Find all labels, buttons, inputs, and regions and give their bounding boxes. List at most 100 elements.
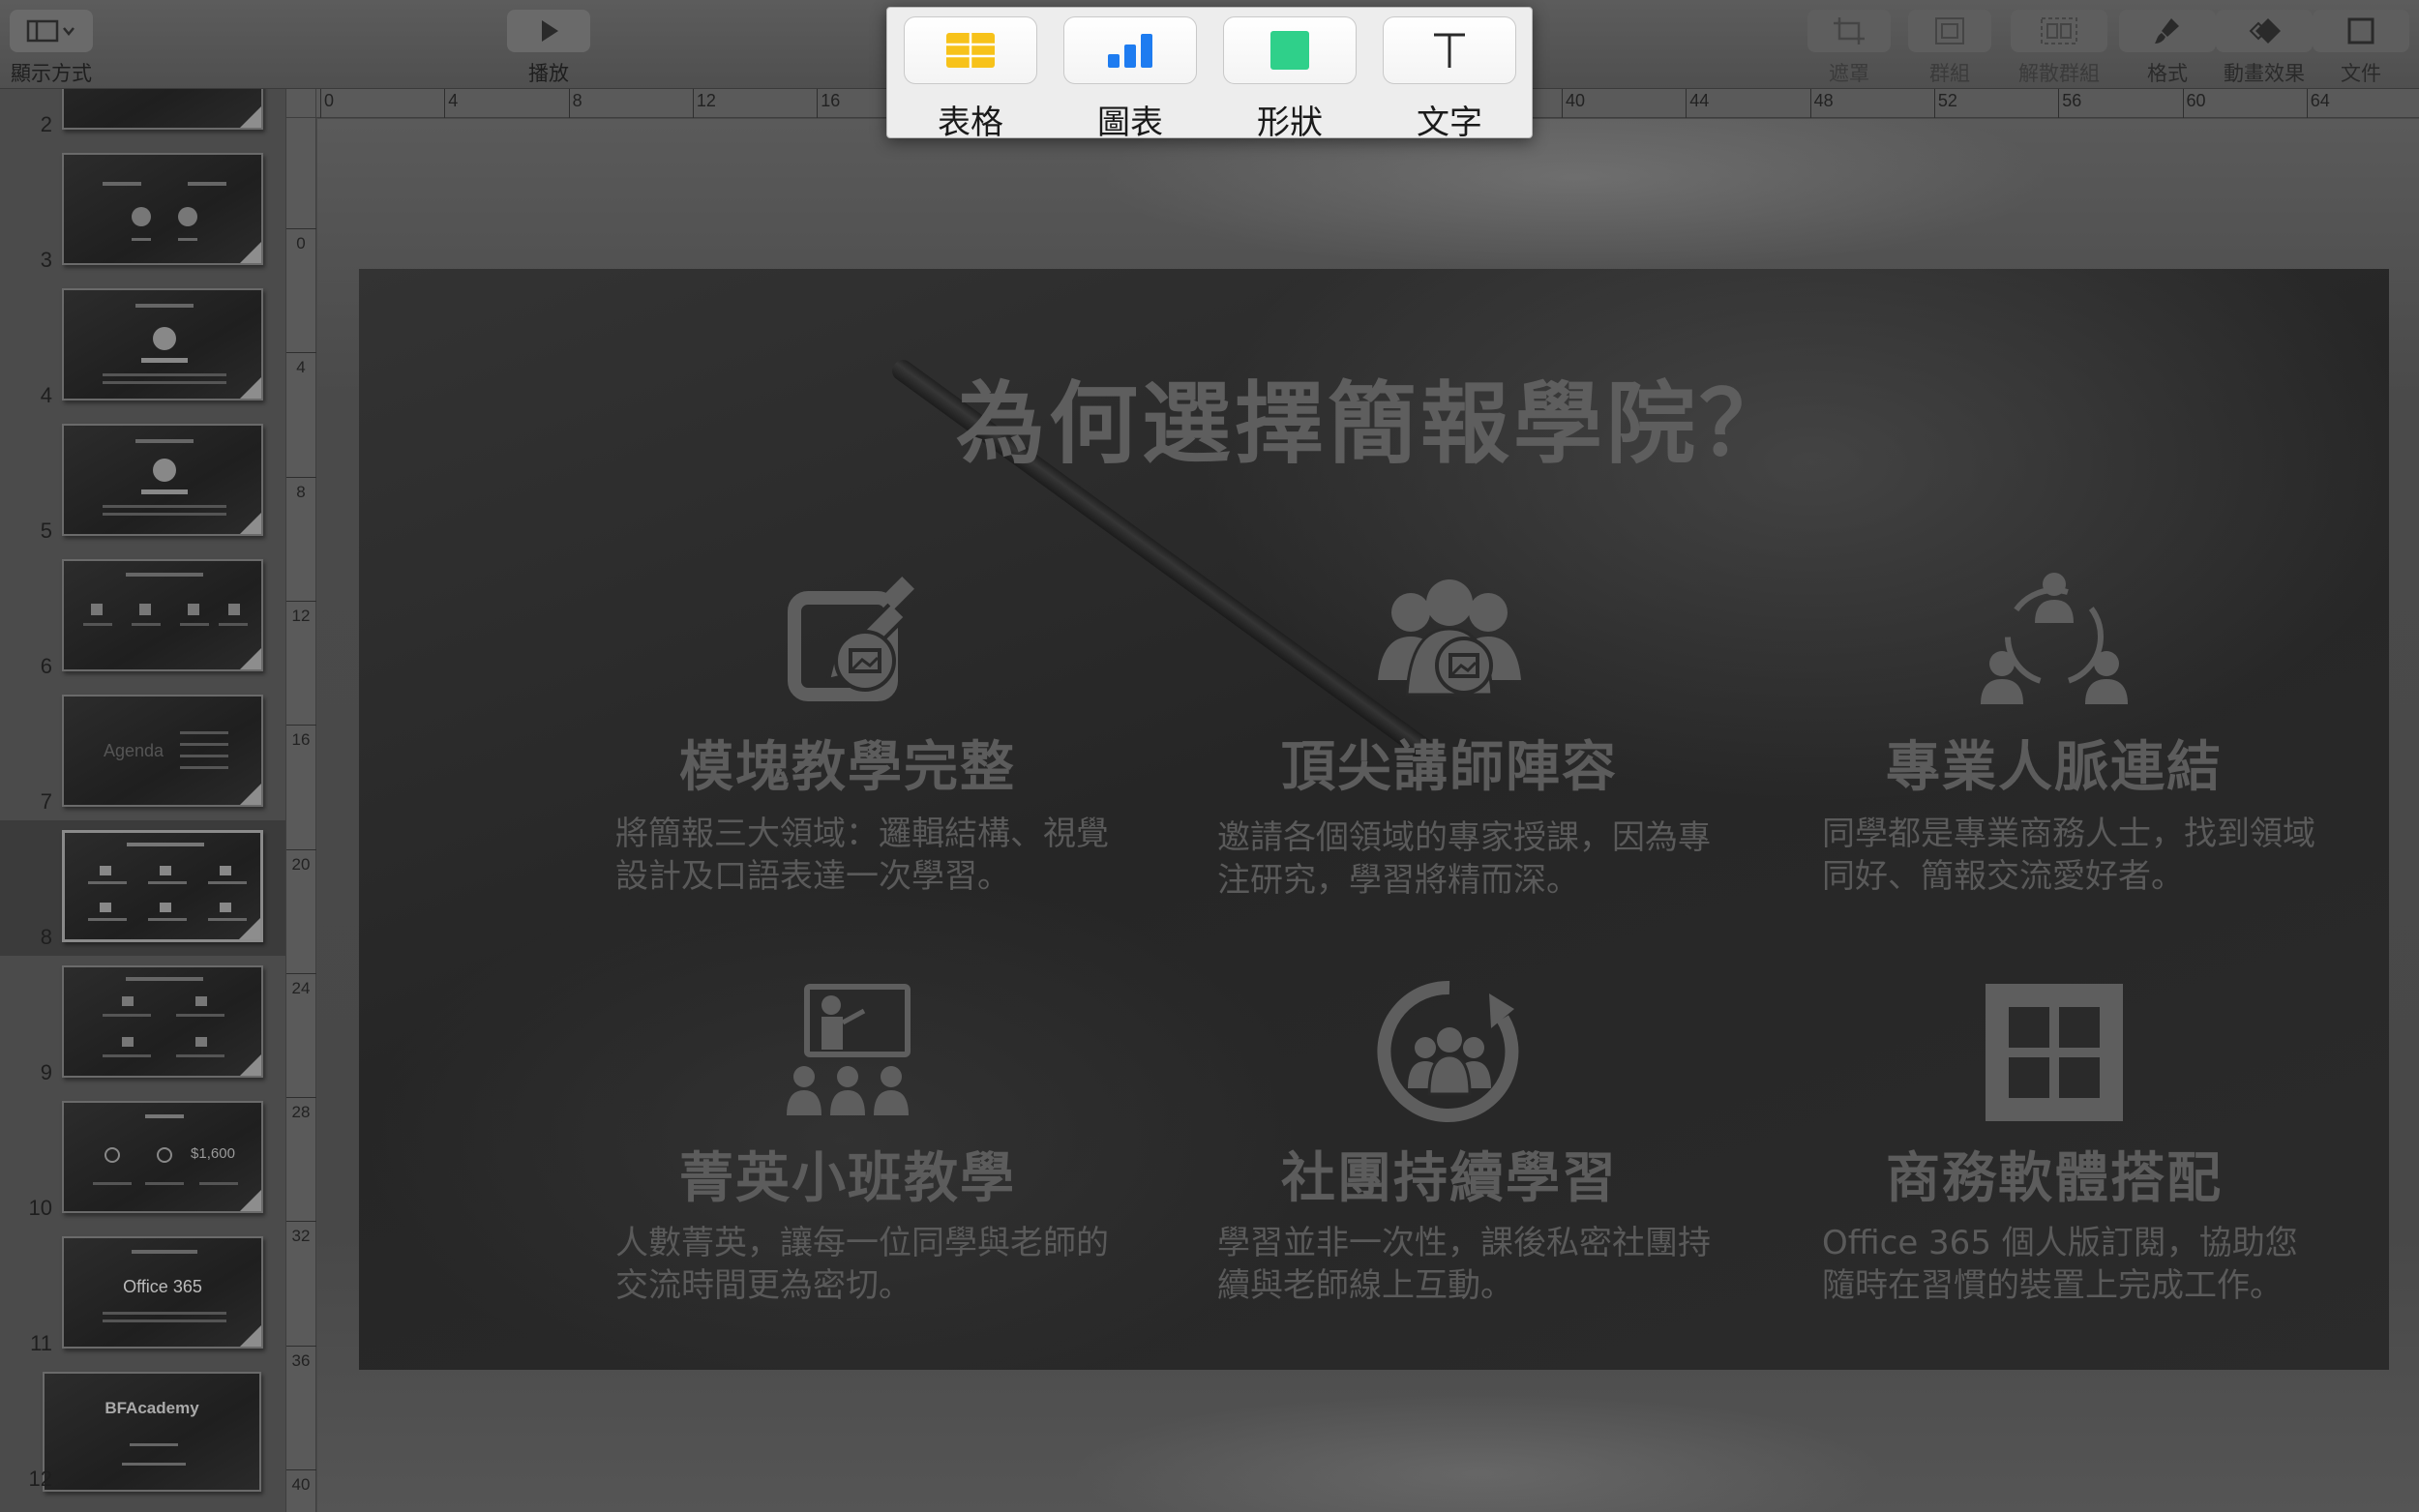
slide-row[interactable]: 4 xyxy=(0,279,285,414)
thumb-icons-graphic xyxy=(103,977,224,1057)
slide-thumbnail[interactable] xyxy=(62,559,263,671)
view-button[interactable] xyxy=(10,10,93,52)
paintbrush-icon xyxy=(2155,18,2179,44)
feature-description: 學習並非一次性，課後私密社團持續與老師線上互動。 xyxy=(1217,1224,1711,1305)
feature-title: 菁英小班教學 xyxy=(679,1147,1016,1210)
slide-row[interactable]: $1,600 10 xyxy=(0,1091,285,1227)
ruler-label: 48 xyxy=(1813,91,1834,110)
slide-thumbnail[interactable] xyxy=(62,89,263,130)
slide-row[interactable]: 3 xyxy=(0,143,285,279)
ruler-tick xyxy=(286,1469,316,1470)
thumb-corner xyxy=(240,377,261,399)
thumb-corner xyxy=(240,242,261,263)
slide-thumbnail[interactable]: Office 365 xyxy=(62,1236,263,1349)
slide-row[interactable]: BFAcademy 12 xyxy=(0,1362,285,1497)
format-button[interactable] xyxy=(2119,10,2216,52)
insert-chart-label: 圖表 xyxy=(1097,104,1163,142)
thumb-corner xyxy=(240,1190,261,1211)
ruler-tick xyxy=(817,89,819,118)
ruler-label: 0 xyxy=(296,234,306,252)
ruler-label: 40 xyxy=(1566,91,1586,110)
slide-number: 10 xyxy=(28,1196,52,1220)
insert-table-button[interactable] xyxy=(904,16,1037,84)
format-label: 格式 xyxy=(2147,63,2188,85)
slide-number: 11 xyxy=(30,1331,52,1355)
document-button[interactable] xyxy=(2313,10,2409,52)
edit-image-icon xyxy=(577,569,1119,714)
ruler-tick xyxy=(286,476,316,478)
ruler-tick xyxy=(444,89,446,118)
slide-thumbnail[interactable]: $1,600 xyxy=(62,1101,263,1213)
feature-description: 邀請各個領域的專家授課，因為專注研究，學習將精而深。 xyxy=(1217,818,1711,900)
ruler-label: 64 xyxy=(2310,91,2330,110)
mask-button[interactable] xyxy=(1807,10,1891,52)
insert-text-button[interactable] xyxy=(1383,16,1516,84)
thumb-corner xyxy=(240,784,261,805)
insert-shape-item[interactable]: 形狀 xyxy=(1223,16,1357,142)
feature-description: 同學都是專業商務人士，找到領域同好、簡報交流愛好者。 xyxy=(1822,815,2315,896)
document-label: 文件 xyxy=(2341,63,2381,85)
animate-button[interactable] xyxy=(2216,10,2313,52)
ruler-label: 44 xyxy=(1689,91,1710,110)
thumb-lines-graphic xyxy=(122,1443,186,1466)
slide-navigator: 2 3 4 5 6 Agenda 7 8 9 $1,600 10 Office … xyxy=(0,89,286,1512)
insert-table-item[interactable]: 表格 xyxy=(904,16,1037,142)
slide-number: 3 xyxy=(40,248,52,272)
ruler-tick xyxy=(1562,89,1563,118)
ruler-label: 28 xyxy=(291,1103,311,1122)
thumb-corner xyxy=(240,648,261,669)
ungroup-button[interactable] xyxy=(2011,10,2107,52)
thumb-profile-graphic xyxy=(103,304,226,384)
sidebar-view-icon xyxy=(26,19,75,43)
insert-chart-button[interactable] xyxy=(1063,16,1197,84)
slide-thumbnail[interactable] xyxy=(62,965,263,1078)
ruler-tick xyxy=(286,972,316,974)
slide-thumbnail[interactable] xyxy=(62,153,263,265)
ungroup-icon xyxy=(2041,17,2077,44)
slide-thumbnail[interactable]: Agenda xyxy=(62,695,263,807)
classroom-icon xyxy=(577,980,1119,1125)
group-button[interactable] xyxy=(1908,10,1991,52)
insert-text-item[interactable]: 文字 xyxy=(1383,16,1516,142)
slide-row[interactable]: 9 xyxy=(0,956,285,1091)
slide-canvas[interactable]: 為何選擇簡報學院？ 模塊教學完整 將簡報三大領域：邏輯結構、視覺設計及口語表達一… xyxy=(317,119,2419,1512)
feature-title: 專業人脈連結 xyxy=(1886,736,2223,799)
ruler-corner xyxy=(286,89,316,118)
insert-table-label: 表格 xyxy=(938,104,1003,142)
insert-chart-item[interactable]: 圖表 xyxy=(1063,16,1197,142)
feature-title: 模塊教學完整 xyxy=(679,736,1016,799)
animate-label: 動畫效果 xyxy=(2224,63,2305,85)
ruler-tick xyxy=(692,89,694,118)
slide-row[interactable]: 6 xyxy=(0,549,285,685)
thumb-people-graphic xyxy=(103,182,226,241)
ruler-label: 24 xyxy=(291,978,311,997)
slide-thumbnail[interactable] xyxy=(62,424,263,536)
mask-label: 遮罩 xyxy=(1829,63,1869,85)
slide-number: 9 xyxy=(40,1060,52,1084)
slide-thumbnail[interactable] xyxy=(62,288,263,400)
slide-thumbnail[interactable]: BFAcademy xyxy=(43,1372,261,1492)
feature-title: 頂尖講師陣容 xyxy=(1281,736,1618,799)
play-label: 播放 xyxy=(528,63,569,85)
animate-diamond-icon xyxy=(2249,18,2281,44)
ruler-label: 0 xyxy=(324,91,335,110)
slide-row[interactable]: Agenda 7 xyxy=(0,685,285,820)
thumb-icons-graphic xyxy=(83,573,248,626)
current-slide[interactable]: 為何選擇簡報學院？ 模塊教學完整 將簡報三大領域：邏輯結構、視覺設計及口語表達一… xyxy=(359,269,2389,1370)
play-button[interactable] xyxy=(507,10,590,52)
slide-row[interactable]: Office 365 11 xyxy=(0,1227,285,1362)
ruler-label: 52 xyxy=(1937,91,1957,110)
ruler-label: 40 xyxy=(291,1475,311,1494)
slide-row-selected[interactable]: 8 xyxy=(0,820,285,956)
slide-title[interactable]: 為何選擇簡報學院？ xyxy=(359,352,2389,481)
ruler-label: 56 xyxy=(2062,91,2082,110)
insert-shape-button[interactable] xyxy=(1223,16,1357,84)
slide-row[interactable]: 5 xyxy=(0,414,285,549)
slide-thumbnail[interactable] xyxy=(62,830,263,942)
insert-popover: 表格 圖表 形狀 文字 xyxy=(886,7,1533,142)
group-icon xyxy=(1935,17,1964,44)
ruler-label: 4 xyxy=(296,358,306,377)
slide-row[interactable]: 2 xyxy=(0,89,285,143)
community-cycle-icon xyxy=(1179,980,1720,1125)
ruler-tick xyxy=(1809,89,1811,118)
